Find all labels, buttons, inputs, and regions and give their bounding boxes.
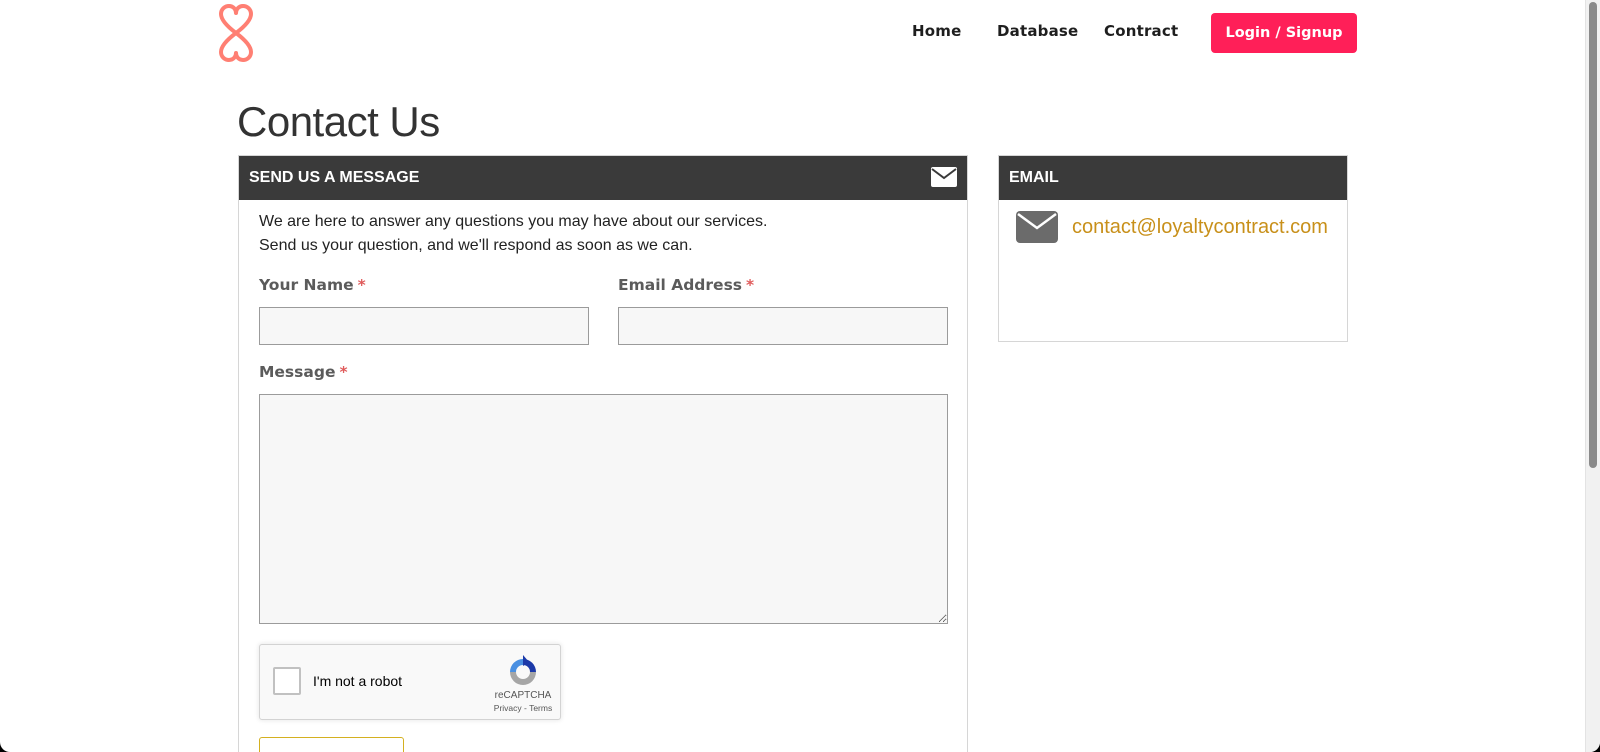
page-title: Contact Us <box>237 98 440 145</box>
nav-home[interactable]: Home <box>912 22 961 40</box>
name-label-text: Your Name <box>259 276 354 294</box>
contact-email-link[interactable]: contact@loyaltycontract.com <box>1072 216 1328 239</box>
envelope-icon <box>931 167 957 187</box>
recaptcha-brand: reCAPTCHA <box>494 690 552 701</box>
email-panel-header: EMAIL <box>999 156 1347 200</box>
email-label: Email Address * <box>618 276 754 294</box>
recaptcha-checkbox[interactable] <box>273 667 301 695</box>
site-logo[interactable] <box>217 4 255 62</box>
send-message-heading: SEND US A MESSAGE <box>249 169 420 186</box>
email-label-text: Email Address <box>618 276 743 294</box>
message-label-text: Message <box>259 363 336 381</box>
email-panel: EMAIL contact@loyaltycontract.com <box>998 155 1348 342</box>
recaptcha-privacy-terms[interactable]: Privacy - Terms <box>476 703 570 713</box>
email-panel-heading: EMAIL <box>1009 169 1059 186</box>
intro-line-2: Send us your question, and we'll respond… <box>259 237 693 254</box>
email-input[interactable] <box>618 307 948 345</box>
required-mark: * <box>357 276 366 294</box>
required-mark: * <box>746 276 755 294</box>
send-message-button[interactable]: SEND MESSAGE <box>259 737 404 752</box>
message-label: Message * <box>259 363 348 381</box>
email-panel-body: contact@loyaltycontract.com <box>999 200 1347 341</box>
page-scrollbar[interactable] <box>1585 0 1600 752</box>
browser-viewport: Home Database Contract Login / Signup Co… <box>0 0 1600 752</box>
login-signup-button[interactable]: Login / Signup <box>1211 13 1357 53</box>
recaptcha-widget: I'm not a robot reCAPTCHA Privacy - Term… <box>259 644 561 720</box>
recaptcha-logo-icon <box>510 655 536 685</box>
send-message-header: SEND US A MESSAGE <box>239 156 967 200</box>
recaptcha-label: I'm not a robot <box>313 673 403 689</box>
scrollbar-thumb[interactable] <box>1589 2 1597 468</box>
envelope-icon <box>1016 211 1058 243</box>
nav-database[interactable]: Database <box>997 22 1078 40</box>
send-message-panel: SEND US A MESSAGE We are here to answer … <box>238 155 968 752</box>
required-mark: * <box>339 363 348 381</box>
intro-line-1: We are here to answer any questions you … <box>259 213 768 230</box>
message-textarea[interactable] <box>259 394 948 624</box>
name-input[interactable] <box>259 307 589 345</box>
name-label: Your Name * <box>259 276 366 294</box>
nav-contract[interactable]: Contract <box>1104 22 1178 40</box>
